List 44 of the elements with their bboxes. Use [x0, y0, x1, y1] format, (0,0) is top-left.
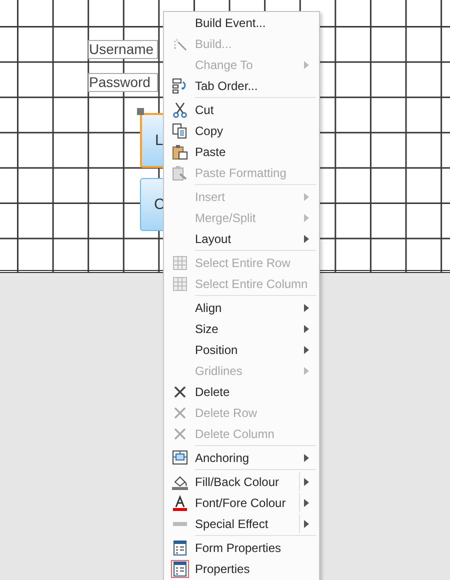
- menu-item[interactable]: Size: [164, 318, 319, 339]
- menu-item[interactable]: Build Event...: [164, 12, 319, 33]
- menu-item[interactable]: Special Effect: [164, 513, 319, 534]
- copy-icon: [172, 122, 188, 138]
- delete-icon: [172, 384, 186, 398]
- clipboard-icon: [172, 144, 188, 160]
- menu-item[interactable]: Align: [164, 297, 319, 318]
- scissors-icon: [172, 102, 188, 118]
- submenu-arrow-icon: [304, 192, 309, 200]
- menu-item[interactable]: Fill/Back Colour: [164, 471, 319, 492]
- submenu-arrow-icon: [304, 454, 309, 462]
- anchoring-icon: [172, 450, 188, 466]
- delete-icon: [172, 406, 186, 420]
- table-icon: [172, 256, 186, 270]
- submenu-arrow-icon: [304, 346, 309, 354]
- submenu-arrow-icon: [304, 520, 309, 528]
- paint-bucket-icon: [172, 474, 188, 490]
- submenu-arrow-icon: [304, 60, 309, 68]
- effect-icon: [172, 520, 186, 526]
- table-icon: [172, 276, 186, 290]
- clipboard-brush-icon: [172, 164, 188, 180]
- username-label: Username: [88, 40, 158, 59]
- menu-item[interactable]: Anchoring: [164, 447, 319, 468]
- menu-item[interactable]: Form Properties: [164, 537, 319, 558]
- menu-item[interactable]: Tab Order...: [164, 75, 319, 96]
- menu-item[interactable]: Delete: [164, 381, 319, 402]
- menu-item[interactable]: Properties: [164, 558, 319, 579]
- submenu-arrow-icon: [304, 304, 309, 312]
- submenu-arrow-icon: [304, 366, 309, 374]
- submenu-arrow-icon: [304, 324, 309, 332]
- menu-item[interactable]: Layout: [164, 228, 319, 249]
- submenu-arrow-icon: [304, 498, 309, 506]
- tab-order-icon: [172, 78, 188, 94]
- submenu-arrow-icon: [304, 234, 309, 242]
- submenu-arrow-icon: [304, 214, 309, 222]
- submenu-arrow-icon: [304, 478, 309, 486]
- properties-icon: [172, 560, 188, 576]
- password-label: Password: [88, 73, 158, 92]
- font-color-icon: [172, 494, 188, 510]
- delete-icon: [172, 426, 186, 440]
- properties-icon: [172, 540, 188, 556]
- menu-item[interactable]: Font/Fore Colour: [164, 492, 319, 513]
- menu-item[interactable]: Position: [164, 339, 319, 360]
- resize-handle[interactable]: [137, 108, 144, 115]
